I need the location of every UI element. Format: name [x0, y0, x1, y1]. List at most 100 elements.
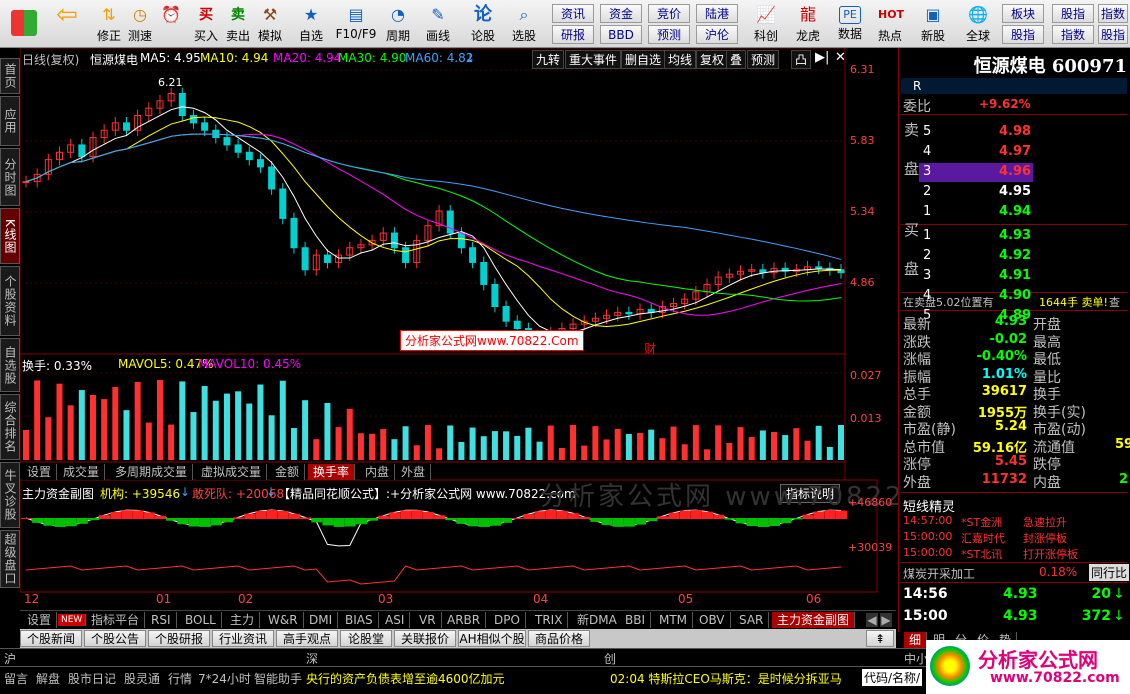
adjust-button[interactable]: 复权: [696, 50, 729, 69]
index-button[interactable]: 指数: [1052, 25, 1094, 44]
tab-watchlist[interactable]: 自选股: [0, 338, 20, 392]
major-event-button[interactable]: 重大事件: [565, 50, 622, 69]
tab-apps[interactable]: 应用: [0, 96, 20, 146]
code-search-input[interactable]: 代码/名称/: [862, 669, 922, 686]
scroll-right-icon[interactable]: ▶: [880, 613, 892, 627]
shape-button[interactable]: 凸: [791, 50, 812, 69]
indicator-tab-dma[interactable]: 新DMA: [572, 612, 623, 628]
watchlist-button[interactable]: ★ 自选: [292, 2, 330, 46]
sector-button[interactable]: 板块: [1002, 4, 1044, 23]
sell-price[interactable]: 4.94: [999, 204, 1031, 219]
info-tab-expert[interactable]: 高手观点: [276, 630, 338, 647]
peer-compare-button[interactable]: 同行比: [1089, 564, 1129, 581]
info-tab-forum[interactable]: 论股堂: [340, 630, 392, 647]
indicator-tab-dpo[interactable]: DPO: [489, 612, 526, 628]
sme-index[interactable]: 中小: [904, 650, 928, 667]
tab-home[interactable]: 首页: [0, 58, 20, 94]
indicator-tab-dmi[interactable]: DMI: [304, 612, 339, 628]
sh-london-button[interactable]: 沪伦: [696, 25, 738, 44]
scroll-left-icon[interactable]: ◀: [866, 613, 878, 627]
tab-stock-info[interactable]: 个股资料: [0, 266, 20, 336]
buy-price[interactable]: 4.93: [999, 228, 1031, 243]
sell-button[interactable]: 卖卖出: [222, 2, 254, 46]
status-assistant[interactable]: 智能助手: [254, 670, 302, 687]
indicator-tab-arbr[interactable]: ARBR: [442, 612, 487, 628]
status-gulingtong[interactable]: 股灵通: [124, 670, 160, 687]
futures-button[interactable]: 股指: [1002, 25, 1044, 44]
sz-index[interactable]: 深: [306, 650, 318, 667]
sell-price[interactable]: 4.98: [999, 124, 1031, 139]
expand-icon[interactable]: ▶|: [815, 50, 829, 65]
forecast-button[interactable]: 预测: [648, 25, 690, 44]
index2-button[interactable]: 指数: [1098, 4, 1128, 23]
indicator-tab-settings[interactable]: 设置: [22, 612, 58, 628]
info-tab-announcement[interactable]: 个股公告: [84, 630, 146, 647]
indicator-tab-rsi[interactable]: RSI: [146, 612, 177, 628]
tab-kline[interactable]: K线图: [0, 208, 20, 264]
vol-tab-amount[interactable]: 金额: [270, 464, 306, 480]
fix-button[interactable]: ⇅ 修正: [92, 2, 126, 46]
vol-tab-settings[interactable]: 设置: [22, 464, 58, 480]
f10-button[interactable]: ▤ F10/F9: [332, 2, 380, 46]
sector-name[interactable]: 煤炭开采加工: [903, 565, 975, 582]
sh-index[interactable]: 沪: [4, 650, 16, 667]
bbd-button[interactable]: BBD: [600, 25, 642, 44]
vol-tab-volume[interactable]: 成交量: [58, 464, 106, 480]
close-chart-icon[interactable]: ✕: [835, 50, 846, 65]
jiuzhuan-button[interactable]: 九转: [532, 50, 565, 69]
sell-price[interactable]: 4.96: [999, 164, 1031, 179]
vol-tab-inner[interactable]: 内盘: [360, 464, 396, 480]
status-diary[interactable]: 股市日记: [68, 670, 116, 687]
jingling-stock[interactable]: *ST金洲: [961, 514, 1002, 530]
detail-tab[interactable]: 细: [904, 632, 928, 648]
global-button[interactable]: 🌐 全球: [958, 2, 998, 46]
clock-button[interactable]: ⏰: [156, 2, 186, 46]
indicator-tab-boll[interactable]: BOLL: [180, 612, 222, 628]
indicator-tab-trix[interactable]: TRIX: [530, 612, 569, 628]
simulate-button[interactable]: ⚒ 模拟: [254, 2, 286, 46]
kline-chart-area[interactable]: 日线(复权) 恒源煤电 MA5: 4.95 MA10: 4.94 MA20: 4…: [20, 48, 977, 608]
indicator-tab-platform[interactable]: 指标平台: [86, 612, 146, 628]
overlay-button[interactable]: 叠: [726, 50, 747, 69]
dragon-button[interactable]: 龍龙虎: [788, 2, 828, 46]
kline-chart-svg[interactable]: [20, 48, 896, 608]
remove-watchlist-button[interactable]: 删自选: [621, 50, 666, 69]
vol-tab-turnover[interactable]: 换手率: [308, 464, 356, 480]
indicator-tab-bias[interactable]: BIAS: [340, 612, 379, 628]
data-button[interactable]: PE 数据: [832, 2, 868, 46]
indicator-tab-fund[interactable]: 主力资金副图: [772, 612, 856, 628]
status-message[interactable]: 留言: [4, 670, 28, 687]
back-button[interactable]: ⇦: [50, 2, 84, 46]
info-tab-ah[interactable]: AH相似个股: [458, 630, 526, 647]
status-quote[interactable]: 行情: [168, 670, 192, 687]
sell-price[interactable]: 4.95: [999, 184, 1031, 199]
period-button[interactable]: ◔ 周期: [380, 2, 416, 46]
news-button[interactable]: 资讯: [552, 4, 594, 23]
news-ticker-1[interactable]: 央行的资产负债表增至逾4600亿加元: [306, 670, 606, 687]
indicator-tab-wr[interactable]: W&R: [263, 612, 304, 628]
index-futures-button[interactable]: 股指: [1052, 4, 1094, 23]
hk-connect-button[interactable]: 陆港: [696, 4, 738, 23]
buy-price[interactable]: 4.90: [999, 288, 1031, 303]
menu-button[interactable]: [6, 2, 42, 46]
indicator-tab-obv[interactable]: OBV: [694, 612, 731, 628]
indicator-tab-vr[interactable]: VR: [414, 612, 442, 628]
news-ticker-2[interactable]: 02:04 特斯拉CEO马斯克：是时候分拆亚马: [610, 670, 860, 687]
predict-button[interactable]: 预测: [747, 50, 780, 69]
buy-button[interactable]: 买买入: [190, 2, 222, 46]
stock-select-button[interactable]: ⌕ 选股: [504, 2, 544, 46]
vol-tab-virtual[interactable]: 虚拟成交量: [196, 464, 268, 480]
lungu-button[interactable]: 论论股: [466, 2, 500, 46]
collapse-icon[interactable]: ⇞: [866, 630, 894, 647]
vol-tab-outer[interactable]: 外盘: [396, 464, 432, 480]
info-tab-commodity[interactable]: 商品价格: [528, 630, 590, 647]
speed-button[interactable]: ◷ 测速: [124, 2, 156, 46]
tab-diagnose[interactable]: 牛叉诊股: [0, 462, 20, 528]
auction-button[interactable]: 竞价: [648, 4, 690, 23]
drawline-button[interactable]: ✎ 画线: [420, 2, 456, 46]
jingling-stock[interactable]: 汇嘉时代: [961, 530, 1005, 546]
fund-button[interactable]: 资金: [600, 4, 642, 23]
sell-price[interactable]: 4.97: [999, 144, 1031, 159]
jingling-stock[interactable]: *ST北讯: [961, 546, 1002, 562]
cy-index[interactable]: 创: [604, 650, 616, 667]
